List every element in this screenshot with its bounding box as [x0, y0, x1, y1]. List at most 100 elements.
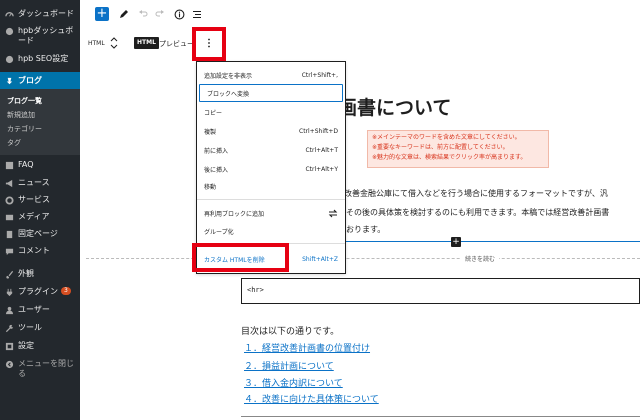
megaphone-icon: [5, 179, 14, 188]
pin-icon: [5, 77, 14, 86]
outline-button[interactable]: [191, 8, 203, 20]
menu-item-group[interactable]: グループ化: [197, 223, 345, 239]
sidebar-item-label: プラグイン: [18, 287, 58, 296]
plugin-icon: [5, 288, 14, 297]
toc-link[interactable]: ３．借入金内訳について: [244, 376, 343, 389]
preview-button[interactable]: プレビュー: [159, 39, 194, 49]
info-icon: [174, 9, 184, 19]
toc-link[interactable]: ２．損益計画について: [244, 359, 334, 372]
move-block-button[interactable]: [109, 36, 119, 50]
menu-item-label: コピー: [204, 109, 223, 117]
undo-icon: [139, 10, 148, 17]
paragraph-line[interactable]: おります。: [346, 224, 385, 235]
submenu-item-new[interactable]: 新規追加: [7, 110, 35, 120]
sidebar-item-label: 固定ページ: [18, 229, 58, 238]
dashboard-icon: [5, 10, 14, 19]
html-mode-button[interactable]: HTML: [134, 37, 159, 49]
sidebar-collapse-menu[interactable]: メニューを閉じる: [0, 359, 80, 379]
hpb-seo-icon: [5, 55, 14, 64]
toc-link[interactable]: １．経営改善計画書の位置付け: [244, 341, 370, 354]
toc-intro[interactable]: 目次は以下の通りです。: [241, 324, 339, 337]
sidebar-item-news[interactable]: ニュース: [0, 178, 80, 188]
menu-item-duplicate[interactable]: 複製 Ctrl+Shift+D: [197, 123, 345, 139]
menu-item-shortcut: Ctrl+Alt+Y: [305, 165, 338, 173]
menu-item-insert-after[interactable]: 後に挿入 Ctrl+Alt+Y: [197, 161, 345, 177]
sidebar-item-faq[interactable]: FAQ: [0, 160, 80, 170]
sidebar-item-comments[interactable]: コメント: [0, 246, 80, 256]
sidebar-item-label: ブログ: [18, 75, 42, 85]
edit-tool-button[interactable]: [118, 8, 130, 20]
notes-box: ※メインテーマのワードを含めた文章にしてください。 ※重要なキーワードは、前方に…: [367, 130, 549, 168]
sidebar-item-tools[interactable]: ツール: [0, 323, 80, 333]
menu-item-shortcut: Shift+Alt+Z: [302, 255, 338, 263]
menu-item-label: 後に挿入: [204, 166, 229, 174]
menu-item-shortcut: Ctrl+Shift+,: [301, 71, 338, 79]
redo-button[interactable]: [154, 8, 166, 20]
menu-item-add-reusable[interactable]: 再利用ブロックに追加: [197, 205, 345, 221]
block-toolbar: HTML HTML プレビュー: [80, 30, 640, 56]
add-block-button[interactable]: +: [95, 7, 109, 21]
sidebar-item-label: ツール: [18, 323, 42, 332]
block-type-label: HTML: [88, 40, 105, 47]
sidebar-item-dashboard[interactable]: ダッシュボード: [0, 9, 80, 19]
sidebar-item-pages[interactable]: 固定ページ: [0, 229, 80, 239]
wrench-icon: [5, 324, 14, 333]
menu-item-label: 追加設定を非表示: [204, 72, 253, 80]
highlight-remove-html: [192, 243, 289, 272]
menu-divider: [197, 199, 345, 200]
sidebar-item-label: メニューを閉じる: [18, 359, 74, 378]
note-line: ※魅力的な文章は、検索結果でクリック率が高まります。: [372, 154, 527, 161]
custom-html-block[interactable]: <hr>: [241, 278, 640, 304]
plugin-update-badge: 3: [61, 287, 71, 295]
sidebar-item-settings[interactable]: 設定: [0, 341, 80, 351]
highlight-more-options: [192, 27, 226, 61]
plus-icon: +: [96, 6, 108, 21]
sidebar-item-blog[interactable]: ブログ: [0, 72, 80, 89]
menu-item-move[interactable]: 移動: [197, 178, 345, 194]
note-line: ※重要なキーワードは、前方に配置してください。: [372, 144, 509, 151]
menu-item-convert-to-blocks[interactable]: ブロックへ変換: [199, 84, 343, 102]
undo-button[interactable]: [137, 8, 149, 20]
menu-item-label: グループ化: [204, 228, 234, 236]
sidebar-item-media[interactable]: メディア: [0, 212, 80, 222]
faq-icon: [5, 161, 14, 170]
paragraph-line[interactable]: その後の具体策を検討するのにも利用できます。本稿では経営改善計画書: [346, 207, 609, 218]
info-button[interactable]: [173, 8, 185, 20]
chevron-up-down-icon: [110, 37, 118, 49]
submenu-item-blog-list[interactable]: ブログ一覧: [7, 96, 42, 106]
menu-item-hide-settings[interactable]: 追加設定を非表示 Ctrl+Shift+,: [197, 67, 345, 83]
sidebar-item-label: ニュース: [18, 178, 50, 187]
submenu-item-tag[interactable]: タグ: [7, 138, 21, 148]
sidebar-item-service[interactable]: サービス: [0, 195, 80, 205]
pencil-icon: [120, 10, 128, 18]
sidebar-item-hpb-seo[interactable]: hpb SEO設定: [0, 54, 80, 64]
post-title[interactable]: 画書について: [338, 93, 451, 120]
sidebar-item-users[interactable]: ユーザー: [0, 305, 80, 315]
page-icon: [5, 230, 14, 239]
submenu-item-category[interactable]: カテゴリー: [7, 124, 42, 134]
sidebar-item-label: 設定: [18, 341, 34, 350]
paragraph-line[interactable]: 改善金融公庫にて借入などを行う場合に使用するフォーマットですが、汎: [344, 188, 608, 199]
menu-item-shortcut: Ctrl+Shift+D: [299, 127, 338, 135]
hpb-icon: [5, 27, 14, 36]
sidebar-item-appearance[interactable]: 外観: [0, 269, 80, 279]
menu-item-insert-before[interactable]: 前に挿入 Ctrl+Alt+T: [197, 142, 345, 158]
note-line: ※メインテーマのワードを含めた文章にしてください。: [372, 134, 521, 141]
menu-item-copy[interactable]: コピー: [197, 104, 345, 120]
menu-item-label: ブロックへ変換: [207, 90, 250, 98]
redo-icon: [155, 10, 164, 17]
sidebar-item-label: ダッシュボード: [18, 9, 74, 18]
editor-toolbar: +: [80, 0, 640, 30]
inline-insert-button[interactable]: +: [451, 237, 461, 247]
menu-item-label: 再利用ブロックに追加: [204, 210, 265, 218]
sidebar-item-hpb-dashboard[interactable]: hpbダッシュボード: [0, 26, 80, 46]
admin-sidebar: ダッシュボード hpbダッシュボード hpb SEO設定 ブログ ブログ一覧 新…: [0, 0, 80, 420]
editor-canvas: 画書について ※メインテーマのワードを含めた文章にしてください。 ※重要なキーワ…: [80, 56, 640, 420]
menu-item-label: 前に挿入: [204, 147, 229, 155]
sidebar-item-label: メディア: [18, 212, 50, 221]
sidebar-item-label: hpbダッシュボード: [18, 26, 74, 45]
toc-link[interactable]: ４．改善に向けた具体策について: [244, 392, 379, 405]
brush-icon: [5, 270, 14, 279]
sidebar-item-plugins[interactable]: プラグイン 3: [0, 287, 80, 297]
menu-item-label: 複製: [204, 128, 217, 136]
